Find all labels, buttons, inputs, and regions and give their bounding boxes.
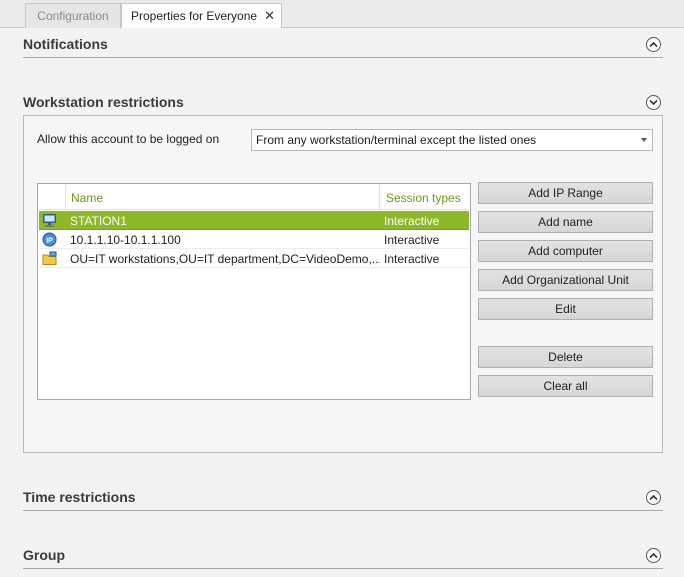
add-ip-range-button[interactable]: Add IP Range [478,182,653,204]
chevron-up-icon[interactable] [646,548,661,563]
tab-bar: Configuration Properties for Everyone ✕ [0,0,684,29]
allow-logon-label: Allow this account to be logged on [37,132,220,146]
section-title-notifications: Notifications [23,36,108,52]
edit-button[interactable]: Edit [478,298,653,320]
close-icon[interactable]: ✕ [264,4,275,28]
clear-all-button[interactable]: Clear all [478,375,653,397]
section-group[interactable]: Group [23,541,663,569]
row-session-type: Interactive [384,252,440,266]
organizational-unit-icon [42,251,58,266]
list-header: Name Session types [38,184,470,210]
row-session-type: Interactive [384,233,440,247]
add-computer-button[interactable]: Add computer [478,240,653,262]
dropdown-arrow-icon[interactable] [641,138,647,142]
workstation-panel: Allow this account to be logged on From … [23,115,663,453]
tab-configuration-label: Configuration [37,9,109,23]
tab-properties-for-everyone[interactable]: Properties for Everyone ✕ [121,3,282,29]
tab-configuration[interactable]: Configuration [25,3,121,29]
section-title-group: Group [23,547,65,563]
chevron-up-icon[interactable] [646,490,661,505]
column-header-session-types[interactable]: Session types [386,191,461,205]
section-notifications[interactable]: Notifications [23,30,663,58]
column-separator [379,184,380,210]
list-item[interactable]: STATION1 Interactive [39,211,469,230]
svg-text:IP: IP [46,238,53,245]
section-time-restrictions[interactable]: Time restrictions [23,483,663,511]
allow-logon-select[interactable]: From any workstation/terminal except the… [251,129,653,151]
workstation-list[interactable]: Name Session types STATION1 Interactive [37,183,471,400]
row-name: STATION1 [70,214,127,228]
allow-logon-value: From any workstation/terminal except the… [256,133,537,147]
row-name: 10.1.1.10-10.1.1.100 [70,233,181,247]
row-name: OU=IT workstations,OU=IT department,DC=V… [70,252,380,266]
chevron-up-icon[interactable] [646,37,661,52]
properties-content: Notifications Workstation restrictions A… [0,28,684,577]
column-separator [65,184,66,210]
add-name-button[interactable]: Add name [478,211,653,233]
list-item[interactable]: OU=IT workstations,OU=IT department,DC=V… [39,249,469,268]
add-organizational-unit-button[interactable]: Add Organizational Unit [478,269,653,291]
tab-properties-label: Properties for Everyone [131,9,258,23]
column-header-name[interactable]: Name [71,191,103,205]
chevron-down-icon[interactable] [646,95,661,110]
delete-button[interactable]: Delete [478,346,653,368]
section-title-time: Time restrictions [23,489,136,505]
row-session-type: Interactive [384,214,440,228]
ip-icon: IP [42,232,58,247]
list-item[interactable]: IP 10.1.1.10-10.1.1.100 Interactive [39,230,469,249]
section-workstation-restrictions[interactable]: Workstation restrictions [23,88,663,116]
workstation-icon [42,213,58,228]
section-title-workstation: Workstation restrictions [23,94,184,110]
